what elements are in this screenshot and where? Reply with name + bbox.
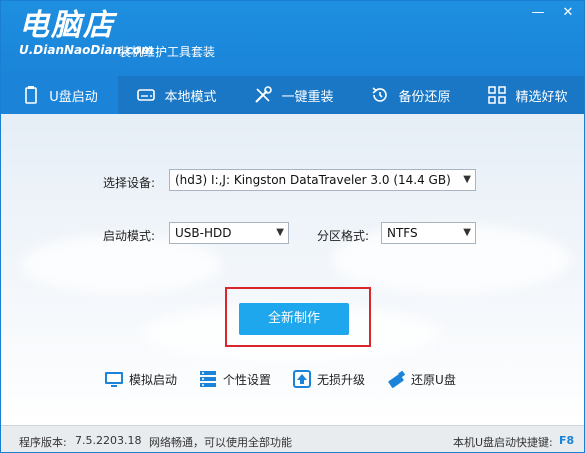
partition-select[interactable]: NTFS ▼	[381, 222, 476, 244]
make-new-button[interactable]: 全新制作	[239, 303, 349, 335]
nav-item-label: 一键重装	[281, 89, 334, 105]
nav-item-usb-boot[interactable]: U盘启动	[1, 76, 118, 114]
nav-item-backup-restore[interactable]: 备份还原	[352, 76, 469, 114]
status-bar: 程序版本: 7.5.2203.18 网络畅通，可以使用全部功能 本机U盘启动快捷…	[1, 425, 584, 452]
usb-drive-icon	[25, 86, 38, 104]
title-bar: 电脑店 U.DianNaoDian.com 装机维护工具套装 — ✕	[1, 1, 584, 76]
device-select-value: (hd3) I:,J: Kingston DataTraveler 3.0 (1…	[175, 173, 451, 187]
restore-usb-icon	[388, 370, 406, 388]
tool-personal-settings[interactable]: 个性设置	[197, 368, 271, 390]
chevron-down-icon: ▼	[463, 227, 471, 238]
chevron-down-icon: ▼	[463, 174, 471, 185]
tool-label: 无损升级	[317, 372, 366, 387]
upgrade-icon	[293, 370, 312, 388]
tools-icon	[255, 86, 273, 103]
nav-item-one-click-reinstall[interactable]: 一键重装	[235, 76, 352, 114]
main-panel: 选择设备: (hd3) I:,J: Kingston DataTraveler …	[1, 114, 584, 425]
nav-item-label: 精选好软	[515, 89, 568, 105]
restore-icon	[372, 87, 388, 102]
simulate-boot-icon	[105, 372, 123, 387]
shortcut-key: F8	[559, 434, 575, 447]
minimize-button[interactable]: —	[530, 5, 546, 21]
tool-lossless-upgrade[interactable]: 无损升级	[291, 368, 365, 390]
apps-grid-icon	[488, 86, 507, 104]
logo-title: 电脑店	[19, 8, 115, 43]
tool-label: 还原U盘	[411, 372, 456, 387]
version-value: 7.5.2203.18	[75, 434, 142, 447]
window-controls: — ✕	[530, 5, 576, 21]
chevron-down-icon: ▼	[276, 227, 284, 238]
app-window: 电脑店 U.DianNaoDian.com 装机维护工具套装 — ✕ U盘启动 …	[0, 0, 585, 453]
shortcut-label: 本机U盘启动快捷键:	[453, 436, 553, 449]
close-button[interactable]: ✕	[560, 5, 576, 21]
device-label: 选择设备:	[103, 176, 156, 190]
device-select[interactable]: (hd3) I:,J: Kingston DataTraveler 3.0 (1…	[169, 169, 476, 191]
nav-item-label: 备份还原	[398, 89, 451, 105]
logo-subtitle: 装机维护工具套装	[119, 45, 216, 59]
tool-label: 个性设置	[223, 372, 272, 387]
boot-mode-select[interactable]: USB-HDD ▼	[169, 222, 289, 244]
settings-icon	[200, 371, 217, 387]
boot-mode-label: 启动模式:	[103, 229, 156, 243]
network-status: 网络畅通，可以使用全部功能	[149, 436, 292, 449]
tool-simulate-boot[interactable]: 模拟启动	[103, 368, 177, 390]
nav-item-featured-software[interactable]: 精选好软	[469, 76, 584, 114]
partition-select-value: NTFS	[387, 226, 418, 240]
tool-bar: 模拟启动 个性设置 无损升级 还原U盘	[103, 368, 476, 390]
nav-item-label: 本地模式	[164, 89, 217, 105]
boot-mode-select-value: USB-HDD	[175, 226, 232, 240]
tool-restore-usb[interactable]: 还原U盘	[385, 368, 456, 390]
nav-item-label: U盘启动	[49, 89, 98, 105]
main-nav: U盘启动 本地模式 一键重装 备份还原 精选好软	[1, 76, 584, 114]
version-label: 程序版本:	[19, 436, 67, 449]
nav-item-local-mode[interactable]: 本地模式	[118, 76, 235, 114]
tool-label: 模拟启动	[129, 372, 178, 387]
hard-drive-icon	[137, 89, 156, 101]
partition-label: 分区格式:	[317, 229, 370, 243]
